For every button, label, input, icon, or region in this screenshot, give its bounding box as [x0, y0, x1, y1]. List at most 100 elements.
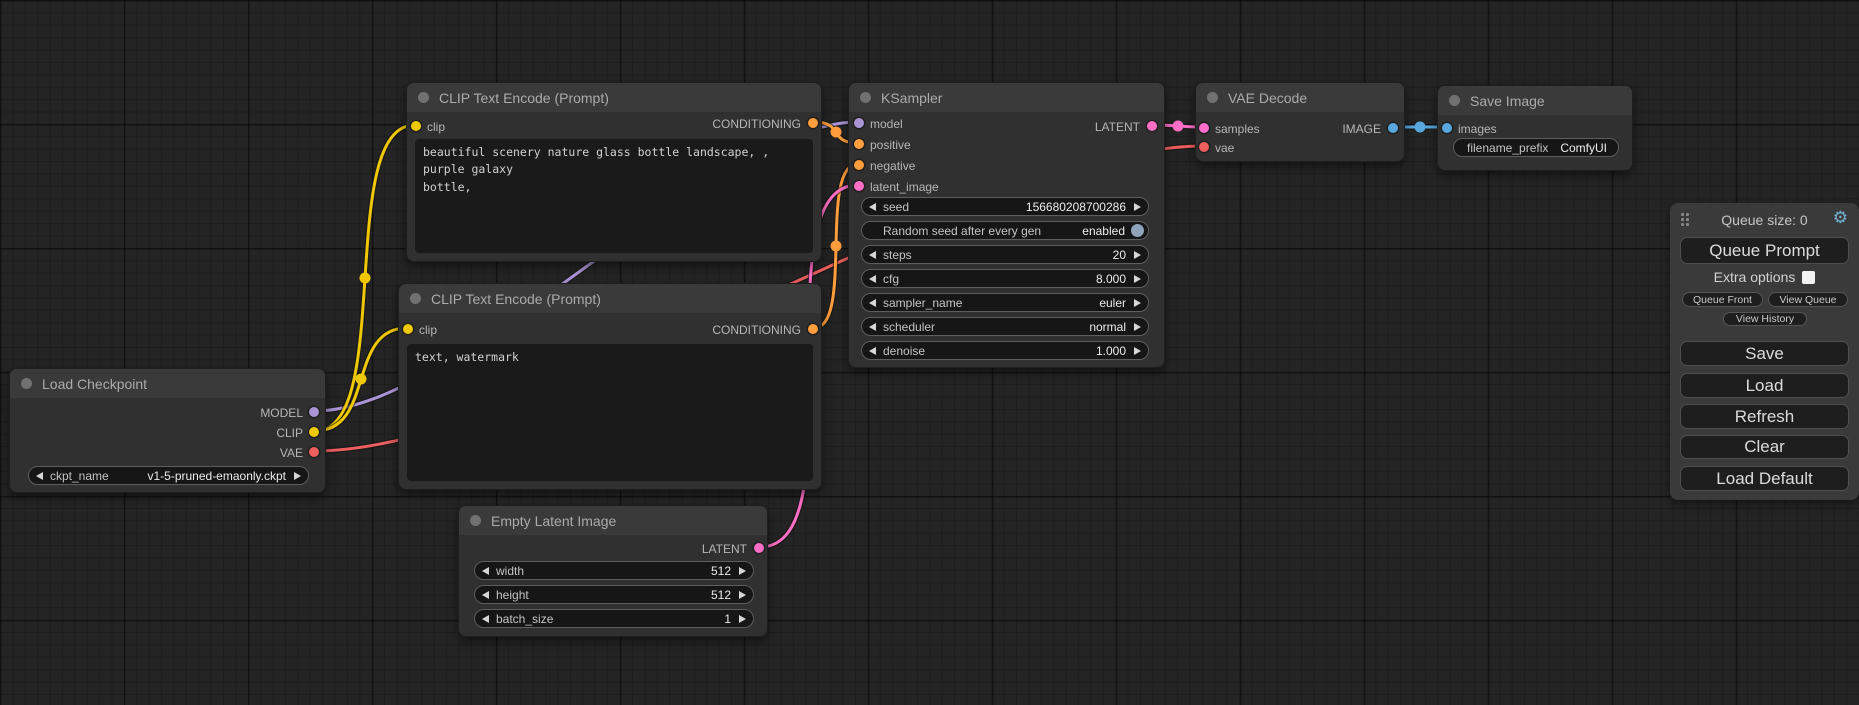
widget-value: 1	[724, 612, 731, 626]
widget-scheduler[interactable]: scheduler normal	[861, 317, 1149, 336]
widget-cfg[interactable]: cfg 8.000	[861, 269, 1149, 288]
link-midpoint-dot	[831, 241, 842, 252]
input-label-model: model	[870, 117, 903, 131]
node-titlebar[interactable]: VAE Decode	[1196, 83, 1404, 112]
input-port-clip[interactable]	[403, 324, 413, 334]
load-default-button[interactable]: Load Default	[1680, 466, 1849, 491]
node-titlebar[interactable]: Save Image	[1438, 86, 1632, 115]
increment-arrow-icon[interactable]	[1134, 275, 1141, 283]
node-vae-decode[interactable]: VAE Decode samples vae IMAGE	[1195, 82, 1405, 162]
widget-label: batch_size	[496, 612, 553, 626]
node-collapse-dot-icon[interactable]	[410, 293, 421, 304]
input-port-samples[interactable]	[1199, 123, 1209, 133]
prompt-textarea-negative[interactable]: text, watermark	[407, 344, 813, 481]
increment-arrow-icon[interactable]	[294, 472, 301, 480]
decrement-arrow-icon[interactable]	[869, 251, 876, 259]
node-titlebar[interactable]: CLIP Text Encode (Prompt)	[399, 284, 821, 313]
node-collapse-dot-icon[interactable]	[860, 92, 871, 103]
widget-label: Random seed after every gen	[883, 224, 1041, 238]
widget-label: scheduler	[883, 320, 935, 334]
input-port-vae[interactable]	[1199, 142, 1209, 152]
node-collapse-dot-icon[interactable]	[418, 92, 429, 103]
node-collapse-dot-icon[interactable]	[470, 515, 481, 526]
increment-arrow-icon[interactable]	[1134, 299, 1141, 307]
widget-label: filename_prefix	[1467, 141, 1548, 155]
widget-seed[interactable]: seed 156680208700286	[861, 197, 1149, 216]
widget-denoise[interactable]: denoise 1.000	[861, 341, 1149, 360]
widget-label: ckpt_name	[50, 469, 109, 483]
node-collapse-dot-icon[interactable]	[1207, 92, 1218, 103]
node-load-checkpoint[interactable]: Load Checkpoint MODEL CLIP VAE ckpt_name…	[9, 368, 326, 493]
input-port-latent-image[interactable]	[854, 181, 864, 191]
widget-batch-size[interactable]: batch_size 1	[474, 609, 754, 628]
widget-width[interactable]: width 512	[474, 561, 754, 580]
clear-button[interactable]: Clear	[1680, 435, 1849, 459]
node-save-image[interactable]: Save Image images filename_prefix ComfyU…	[1437, 85, 1633, 171]
node-empty-latent-image[interactable]: Empty Latent Image LATENT width 512 heig…	[458, 505, 768, 637]
increment-arrow-icon[interactable]	[739, 567, 746, 575]
decrement-arrow-icon[interactable]	[482, 615, 489, 623]
output-port-conditioning[interactable]	[808, 324, 818, 334]
node-collapse-dot-icon[interactable]	[1449, 95, 1460, 106]
output-port-vae[interactable]	[309, 447, 319, 457]
increment-arrow-icon[interactable]	[1134, 347, 1141, 355]
node-titlebar[interactable]: Empty Latent Image	[459, 506, 767, 535]
increment-arrow-icon[interactable]	[1134, 251, 1141, 259]
node-clip-text-encode-positive[interactable]: CLIP Text Encode (Prompt) clip CONDITION…	[406, 82, 822, 262]
output-port-latent[interactable]	[754, 543, 764, 553]
increment-arrow-icon[interactable]	[739, 591, 746, 599]
decrement-arrow-icon[interactable]	[869, 275, 876, 283]
input-port-negative[interactable]	[854, 160, 864, 170]
node-titlebar[interactable]: Load Checkpoint	[10, 369, 325, 398]
widget-random-seed-toggle[interactable]: Random seed after every gen enabled	[861, 221, 1149, 240]
output-label-conditioning: CONDITIONING	[712, 323, 801, 337]
decrement-arrow-icon[interactable]	[869, 203, 876, 211]
input-port-model[interactable]	[854, 118, 864, 128]
widget-ckpt-name[interactable]: ckpt_name v1-5-pruned-emaonly.ckpt	[28, 466, 309, 485]
output-port-model[interactable]	[309, 407, 319, 417]
widget-filename-prefix[interactable]: filename_prefix ComfyUI	[1453, 138, 1619, 157]
output-port-conditioning[interactable]	[808, 118, 818, 128]
increment-arrow-icon[interactable]	[1134, 203, 1141, 211]
input-port-positive[interactable]	[854, 139, 864, 149]
queue-prompt-button[interactable]: Queue Prompt	[1680, 237, 1849, 264]
widget-sampler-name[interactable]: sampler_name euler	[861, 293, 1149, 312]
prompt-textarea-positive[interactable]: beautiful scenery nature glass bottle la…	[415, 139, 813, 253]
queue-size-label: Queue size: 0	[1670, 212, 1859, 228]
output-port-latent[interactable]	[1147, 121, 1157, 131]
decrement-arrow-icon[interactable]	[869, 323, 876, 331]
decrement-arrow-icon[interactable]	[869, 299, 876, 307]
node-clip-text-encode-negative[interactable]: CLIP Text Encode (Prompt) clip CONDITION…	[398, 283, 822, 490]
view-history-button[interactable]: View History	[1723, 312, 1807, 326]
increment-arrow-icon[interactable]	[739, 615, 746, 623]
node-titlebar[interactable]: KSampler	[849, 83, 1164, 112]
queue-front-button[interactable]: Queue Front	[1682, 292, 1763, 307]
load-button[interactable]: Load	[1680, 373, 1849, 398]
input-label-samples: samples	[1215, 122, 1260, 136]
decrement-arrow-icon[interactable]	[36, 472, 43, 480]
input-label-clip: clip	[419, 323, 437, 337]
widget-steps[interactable]: steps 20	[861, 245, 1149, 264]
input-label-clip: clip	[427, 120, 445, 134]
graph-canvas[interactable]: Load Checkpoint MODEL CLIP VAE ckpt_name…	[0, 0, 1859, 705]
node-titlebar[interactable]: CLIP Text Encode (Prompt)	[407, 83, 821, 112]
input-port-clip[interactable]	[411, 121, 421, 131]
decrement-arrow-icon[interactable]	[869, 347, 876, 355]
increment-arrow-icon[interactable]	[1134, 323, 1141, 331]
output-label-conditioning: CONDITIONING	[712, 117, 801, 131]
toggle-enabled-dot[interactable]	[1131, 224, 1144, 237]
save-button[interactable]: Save	[1680, 341, 1849, 366]
decrement-arrow-icon[interactable]	[482, 591, 489, 599]
widget-value: 512	[711, 588, 731, 602]
settings-gear-icon[interactable]: ⚙	[1833, 208, 1848, 228]
node-collapse-dot-icon[interactable]	[21, 378, 32, 389]
view-queue-button[interactable]: View Queue	[1768, 292, 1848, 307]
decrement-arrow-icon[interactable]	[482, 567, 489, 575]
output-port-image[interactable]	[1388, 123, 1398, 133]
refresh-button[interactable]: Refresh	[1680, 404, 1849, 429]
input-port-images[interactable]	[1442, 123, 1452, 133]
extra-options-checkbox[interactable]	[1802, 271, 1815, 284]
widget-height[interactable]: height 512	[474, 585, 754, 604]
node-ksampler[interactable]: KSampler model positive negative latent_…	[848, 82, 1165, 368]
output-port-clip[interactable]	[309, 427, 319, 437]
